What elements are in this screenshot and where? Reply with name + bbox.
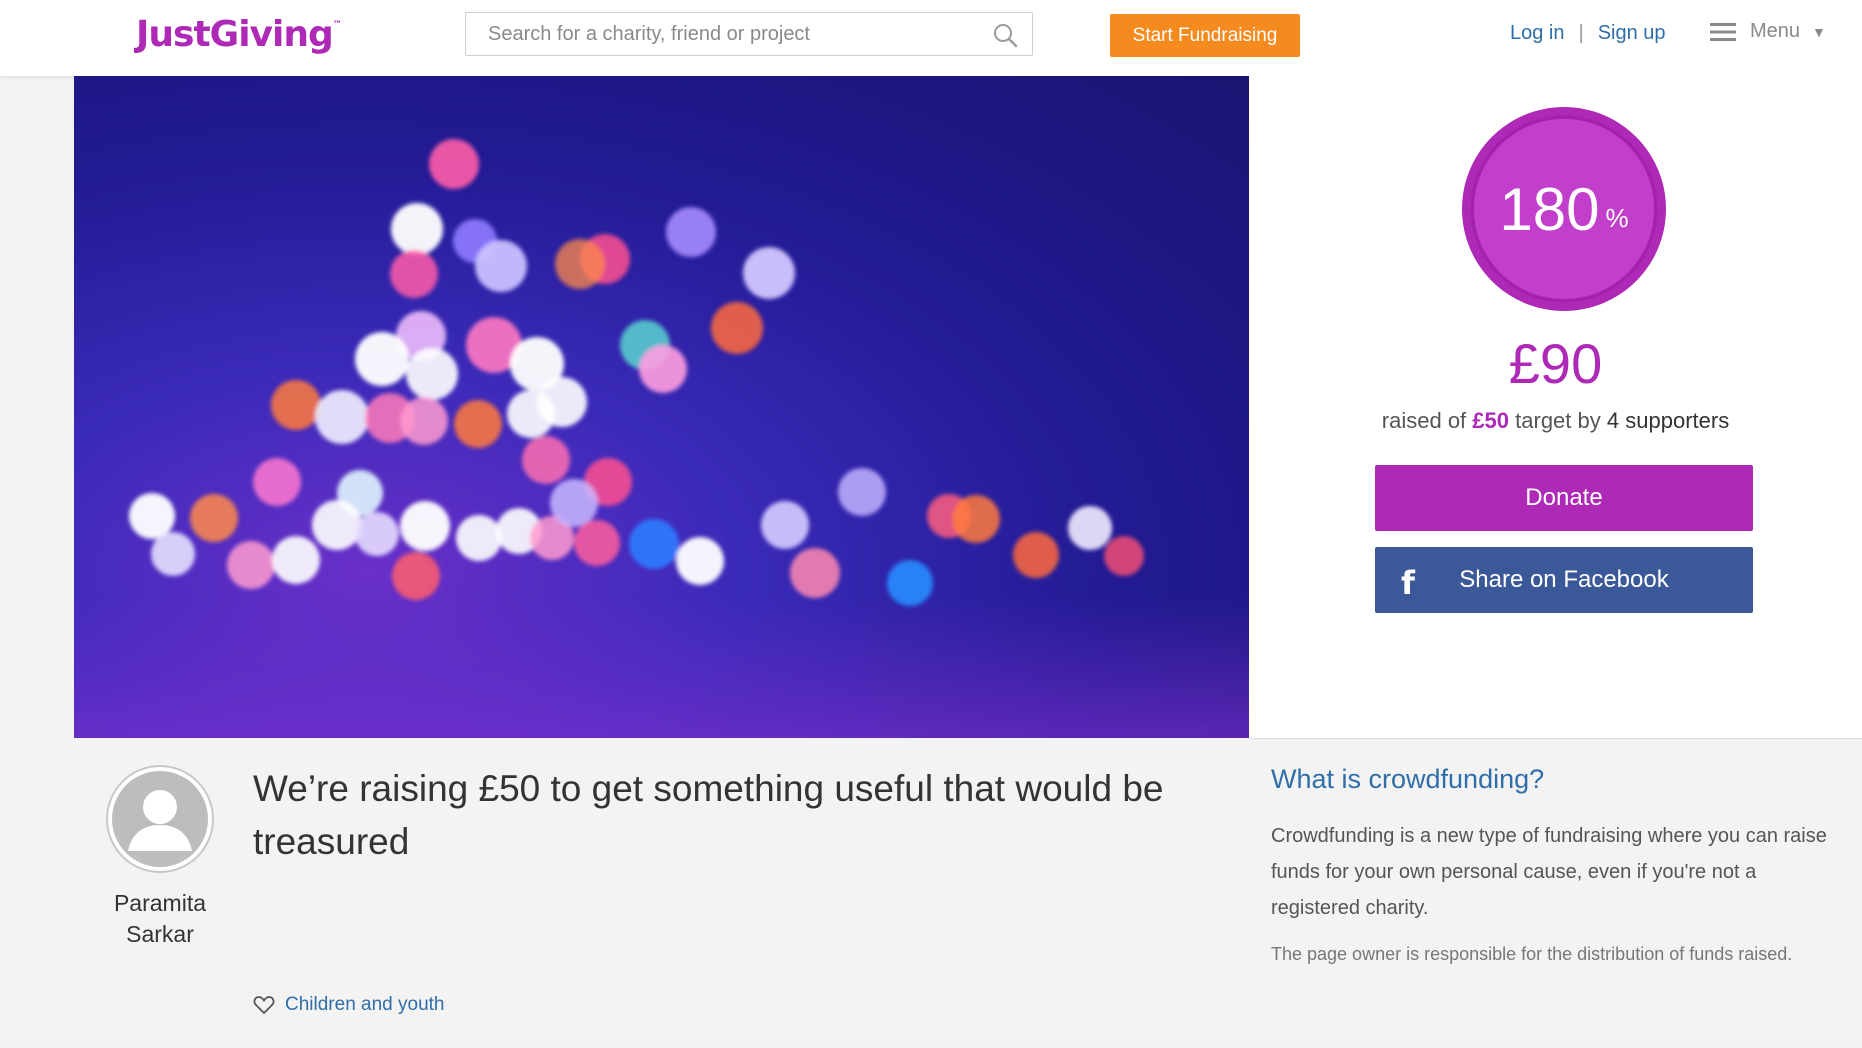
percent-symbol: % (1605, 202, 1629, 233)
percent-raised: 180% (1459, 104, 1669, 314)
avatar[interactable] (106, 765, 214, 873)
target-amount: £50 (1472, 408, 1510, 433)
supporters-label: supporters (1625, 408, 1730, 433)
target-summary: raised of £50 target by 4 supporters (1249, 408, 1862, 434)
amount-raised: £90 (1508, 332, 1603, 395)
target-mid: target by (1515, 408, 1601, 433)
logo-text: JustGiving (136, 14, 334, 55)
donate-button[interactable]: Donate (1375, 465, 1753, 531)
heart-icon (253, 996, 275, 1015)
share-facebook-button[interactable]: f Share on Facebook (1375, 547, 1753, 613)
percent-value: 180 (1499, 175, 1600, 243)
info-divider (1249, 738, 1862, 739)
site-header: JustGiving™ Start Fundraising Log in | S… (0, 0, 1862, 77)
hamburger-icon (1710, 22, 1736, 41)
chevron-down-icon: ▼ (1812, 23, 1826, 40)
search-input[interactable] (466, 13, 1032, 55)
category-link[interactable]: Children and youth (253, 994, 445, 1016)
supporters-count: 4 (1606, 408, 1620, 433)
search-box (465, 12, 1033, 56)
justgiving-logo[interactable]: JustGiving™ (136, 14, 342, 55)
page-owner-name[interactable]: Paramita Sarkar (90, 888, 230, 950)
responsibility-note: The page owner is responsible for the di… (1271, 944, 1793, 964)
share-facebook-label: Share on Facebook (1459, 566, 1669, 593)
category-label: Children and youth (285, 994, 445, 1015)
crowdfunding-description: Crowdfunding is a new type of fundraisin… (1271, 825, 1827, 919)
hero-image (74, 76, 1249, 738)
menu-button[interactable]: Menu ▼ (1710, 20, 1826, 43)
donation-panel: 180% £90 raised of £50 target by 4 suppo… (1249, 76, 1862, 738)
bokeh-lights-image (74, 139, 1249, 738)
search-icon[interactable] (992, 22, 1018, 48)
crowdfunding-heading: What is crowdfunding? (1271, 764, 1545, 794)
target-prefix: raised of (1381, 408, 1467, 433)
auth-links: Log in | Sign up (1510, 22, 1666, 45)
page-title: We’re raising £50 to get something usefu… (253, 768, 1164, 862)
signup-link[interactable]: Sign up (1598, 22, 1666, 45)
menu-label: Menu (1750, 20, 1801, 42)
facebook-icon: f (1401, 564, 1415, 602)
auth-separator: | (1578, 22, 1584, 44)
logo-trademark: ™ (332, 20, 342, 30)
login-link[interactable]: Log in (1510, 22, 1565, 45)
start-fundraising-button[interactable]: Start Fundraising (1110, 14, 1300, 57)
